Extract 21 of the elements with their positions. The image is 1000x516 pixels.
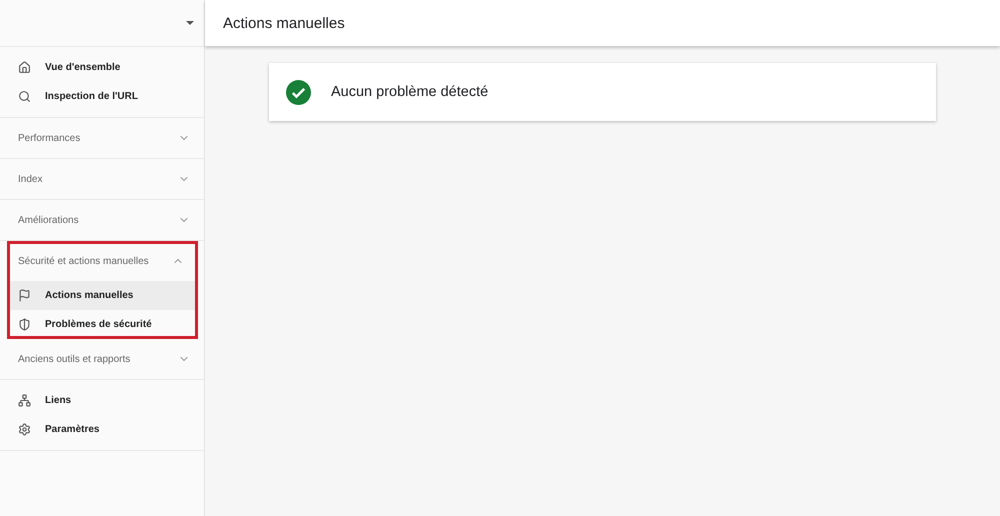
sidebar-item[interactable]: Inspection de l'URL xyxy=(0,82,204,111)
shield-icon xyxy=(18,318,31,331)
section-header[interactable]: Index xyxy=(0,159,204,199)
status-message: Aucun problème détecté xyxy=(331,84,488,100)
sidebar-item[interactable]: Liens xyxy=(0,386,204,415)
section-header[interactable]: Anciens outils et rapports xyxy=(0,339,204,379)
section-header[interactable]: Sécurité et actions manuelles xyxy=(7,241,198,281)
home-icon xyxy=(18,61,31,74)
dropdown-caret-icon[interactable] xyxy=(186,21,194,25)
sidebar-item[interactable]: Paramètres xyxy=(0,415,204,444)
section-header[interactable]: Améliorations xyxy=(0,200,204,240)
settings-icon xyxy=(18,423,31,436)
sidebar-item[interactable]: Actions manuelles xyxy=(7,281,198,310)
sidebar-item[interactable]: Problèmes de sécurité xyxy=(7,310,198,339)
flag-icon xyxy=(18,289,31,302)
check-icon xyxy=(286,80,311,104)
sidebar-item[interactable]: Vue d'ensemble xyxy=(0,53,204,82)
network-icon xyxy=(18,394,31,407)
page-title: Actions manuelles xyxy=(205,0,1000,46)
search-icon xyxy=(18,90,31,103)
section-header[interactable]: Performances xyxy=(0,118,204,158)
